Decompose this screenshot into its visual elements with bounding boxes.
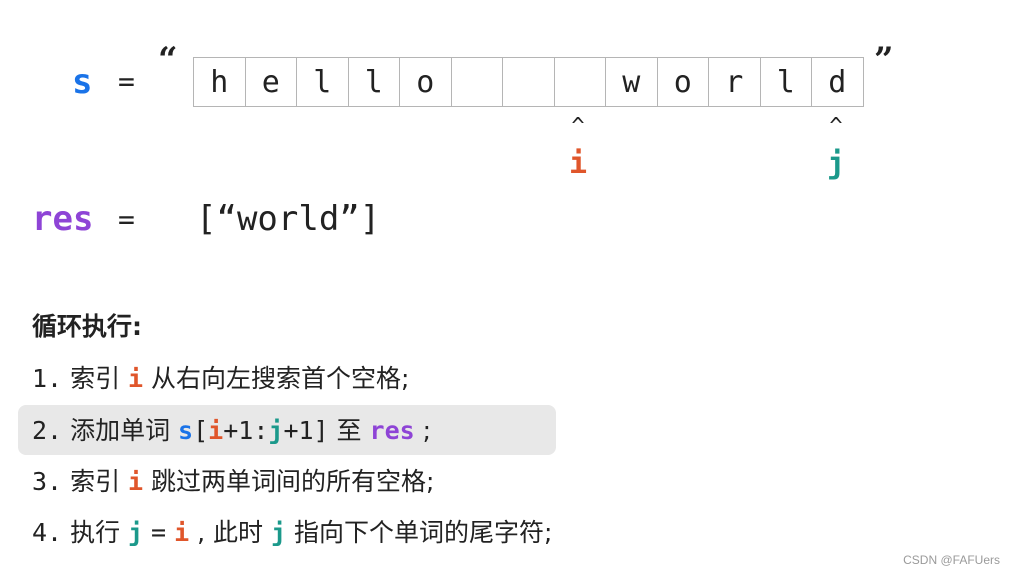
code-text: +1: bbox=[223, 416, 269, 445]
res-equals-sign: = bbox=[118, 203, 135, 236]
var-s: s bbox=[178, 416, 194, 445]
var-i: i bbox=[174, 518, 190, 547]
step-text: 至 bbox=[336, 416, 362, 445]
code-bracket: [ bbox=[193, 416, 209, 445]
char-cell: w bbox=[606, 57, 658, 107]
open-quote: “ bbox=[158, 40, 178, 80]
step-number: 2. bbox=[32, 416, 63, 445]
step-text: 从右向左搜索首个空格; bbox=[151, 364, 410, 393]
step-text: 此时 bbox=[212, 518, 263, 547]
char-cell: l bbox=[348, 57, 400, 107]
char-cell-space bbox=[503, 57, 555, 107]
s-equals-sign: = bbox=[118, 65, 135, 98]
char-cell: o bbox=[400, 57, 452, 107]
variable-s-label: s bbox=[72, 62, 93, 102]
var-i: i bbox=[208, 416, 224, 445]
char-cell: r bbox=[709, 57, 761, 107]
step-text: 索引 bbox=[70, 364, 121, 393]
step-1: 1. 索引 i 从右向左搜索首个空格; bbox=[32, 360, 409, 398]
pointer-j-caret: ^ bbox=[829, 114, 843, 139]
char-array: h e l l o w o r l d bbox=[193, 57, 864, 107]
step-3: 3. 索引 i 跳过两单词间的所有空格; bbox=[32, 463, 434, 501]
step-number: 4. bbox=[32, 518, 63, 547]
char-cell-space bbox=[451, 57, 503, 107]
step-text: 添加单词 bbox=[70, 416, 171, 445]
char-cell: o bbox=[657, 57, 709, 107]
step-text: 跳过两单词间的所有空格; bbox=[151, 467, 435, 496]
var-i: i bbox=[128, 467, 144, 496]
loop-title: 循环执行: bbox=[32, 312, 142, 341]
var-j: j bbox=[128, 518, 144, 547]
step-text: ; bbox=[422, 416, 432, 445]
equals-sign: = bbox=[151, 518, 167, 547]
step-text: 执行 bbox=[70, 518, 121, 547]
step-text: 指向下个单词的尾字符; bbox=[293, 518, 553, 547]
char-cell: h bbox=[194, 57, 246, 107]
watermark: CSDN @FAFUers bbox=[903, 553, 1000, 567]
close-quote: ” bbox=[874, 40, 894, 80]
var-i: i bbox=[128, 364, 144, 393]
char-cell: d bbox=[812, 57, 864, 107]
pointer-j-label: j bbox=[826, 146, 846, 181]
step-2: 2. 添加单词 s[i+1:j+1] 至 res ; bbox=[32, 412, 431, 450]
code-text: +1] bbox=[283, 416, 329, 445]
char-cell: e bbox=[245, 57, 297, 107]
pointer-i-label: i bbox=[568, 146, 588, 181]
pointer-i-caret: ^ bbox=[571, 114, 585, 139]
char-cell: l bbox=[760, 57, 812, 107]
var-j: j bbox=[270, 518, 287, 547]
comma: , bbox=[197, 518, 206, 547]
char-cell: l bbox=[297, 57, 349, 107]
char-cell-space bbox=[554, 57, 606, 107]
step-number: 3. bbox=[32, 467, 63, 496]
step-number: 1. bbox=[32, 364, 63, 393]
variable-res-label: res bbox=[32, 199, 94, 239]
step-4: 4. 执行 j = i , 此时 j 指向下个单词的尾字符; bbox=[32, 514, 552, 552]
var-j: j bbox=[268, 416, 284, 445]
var-res: res bbox=[369, 416, 415, 445]
step-text: 索引 bbox=[70, 467, 121, 496]
res-value: [“world”] bbox=[196, 199, 381, 239]
